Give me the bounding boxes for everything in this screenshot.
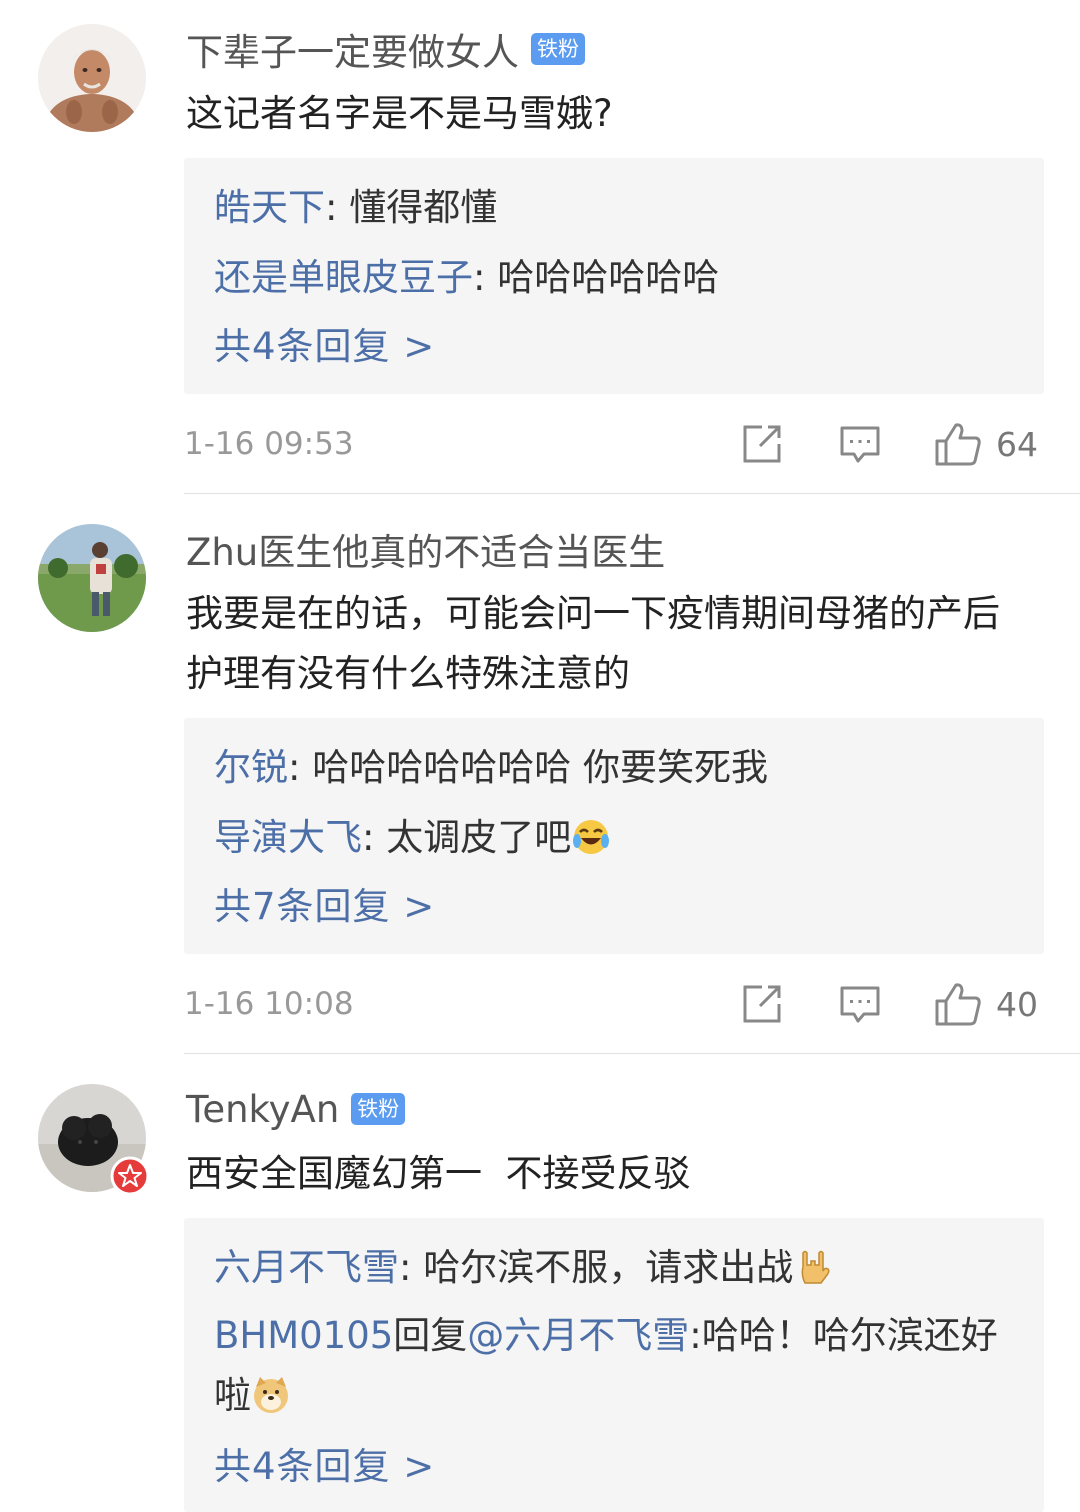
comment-icon [840, 986, 880, 1023]
more-replies-link[interactable]: 共7条回复 > [214, 882, 435, 932]
verified-star-icon [110, 1156, 150, 1196]
like-count: 40 [996, 984, 1038, 1024]
like-count: 64 [996, 424, 1038, 464]
timestamp: 1-16 10:08 [184, 986, 354, 1022]
reply-mention[interactable]: @六月不飞雪 [467, 1314, 689, 1357]
fan-badge: 铁粉 [351, 1093, 406, 1125]
share-button[interactable] [740, 420, 784, 468]
reply-separator: : [399, 1246, 424, 1289]
fan-badge: 铁粉 [531, 33, 585, 65]
reply-text: 哈哈哈哈哈哈 [497, 256, 720, 299]
reply-text: 哈哈哈哈哈哈哈 你要笑死我 [312, 746, 768, 789]
like-button[interactable]: 64 [934, 420, 1038, 468]
reply-username[interactable]: 还是单眼皮豆子 [214, 256, 473, 299]
comment-meta: 1-16 09:53 64 [184, 420, 1044, 470]
reply-box: 尔锐: 哈哈哈哈哈哈哈 你要笑死我 导演大飞: 太调皮了吧 共7条回复 > [184, 718, 1044, 954]
reply-text: 哈尔滨不服，请求出战 [423, 1246, 794, 1289]
reply-username[interactable]: BHM0105 [214, 1314, 393, 1357]
reply-item[interactable]: 六月不飞雪: 哈尔滨不服，请求出战 [214, 1238, 1014, 1298]
username[interactable]: 下辈子一定要做女人 [186, 22, 519, 76]
reply-text: 太调皮了吧 [386, 816, 572, 859]
reply-username[interactable]: 导演大飞 [214, 816, 362, 859]
more-replies-link[interactable]: 共4条回复 > [214, 322, 435, 372]
avatar-image [38, 524, 146, 632]
comment-meta: 1-16 10:08 40 [184, 980, 1044, 1030]
comment-text: 这记者名字是不是马雪娥? [186, 92, 613, 135]
thumbs-up-icon [935, 423, 981, 466]
divider [184, 1053, 1080, 1054]
reply-mid: 回复 [393, 1314, 468, 1357]
reply-separator: : [473, 256, 498, 299]
share-icon [743, 425, 781, 463]
avatar[interactable] [38, 24, 146, 132]
reply-username[interactable]: 六月不飞雪 [214, 1246, 399, 1289]
reply-item[interactable]: 尔锐: 哈哈哈哈哈哈哈 你要笑死我 [214, 738, 1014, 798]
username[interactable]: TenkyAn [186, 1088, 339, 1131]
like-button[interactable]: 40 [934, 980, 1038, 1028]
more-replies-link[interactable]: 共4条回复 > [214, 1442, 435, 1492]
timestamp: 1-16 09:53 [184, 426, 354, 462]
reply-item[interactable]: BHM0105回复@六月不飞雪:哈哈！哈尔滨还好啦 [214, 1306, 1014, 1426]
reply-separator: : [288, 746, 313, 789]
comment-icon [840, 426, 880, 463]
comment-text: 我要是在的话，可能会问一下疫情期间母猪的产后护理有没有什么特殊注意的 [186, 592, 1000, 695]
rock-hand-emoji-icon [801, 1250, 830, 1284]
reply-username[interactable]: 皓天下 [214, 186, 325, 229]
reply-item[interactable]: 皓天下: 懂得都懂 [214, 178, 1014, 238]
reply-separator: : [362, 816, 387, 859]
avatar[interactable] [38, 1084, 150, 1196]
comment-button[interactable] [838, 980, 882, 1028]
reply-box: 皓天下: 懂得都懂 还是单眼皮豆子: 哈哈哈哈哈哈 共4条回复 > [184, 158, 1044, 394]
avatar[interactable] [38, 524, 146, 632]
divider [184, 493, 1080, 494]
reply-item[interactable]: 导演大飞: 太调皮了吧 [214, 808, 1014, 868]
reply-item[interactable]: 还是单眼皮豆子: 哈哈哈哈哈哈 [214, 248, 1014, 308]
reply-box: 六月不飞雪: 哈尔滨不服，请求出战 BHM0105回复@六月不飞雪:哈哈！哈尔滨… [184, 1218, 1044, 1512]
reply-username[interactable]: 尔锐 [214, 746, 288, 789]
thumbs-up-icon [935, 983, 981, 1026]
comment-text: 西安全国魔幻第一 不接受反驳 [186, 1152, 691, 1195]
reply-text: 懂得都懂 [349, 186, 498, 229]
share-button[interactable] [740, 980, 784, 1028]
avatar-image [38, 24, 146, 132]
comment-button[interactable] [838, 420, 882, 468]
share-icon [743, 985, 781, 1023]
reply-separator: : [325, 186, 350, 229]
laughing-crying-emoji-icon [573, 819, 610, 854]
doge-emoji-icon [254, 1376, 288, 1413]
username[interactable]: Zhu医生他真的不适合当医生 [186, 522, 665, 576]
